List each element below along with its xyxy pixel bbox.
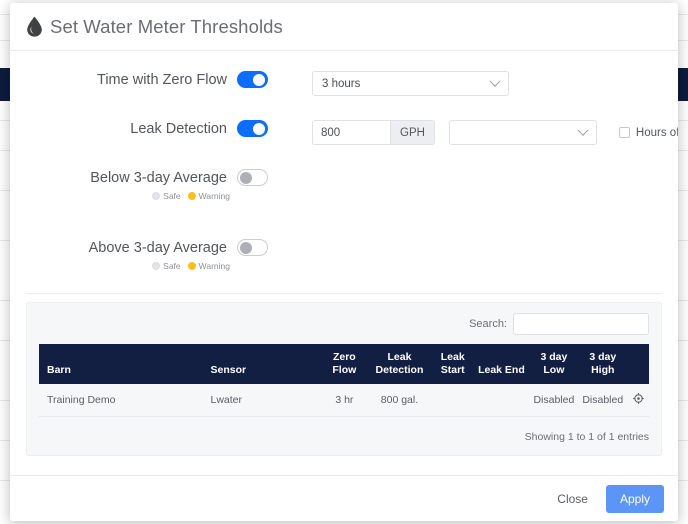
table-body: Training Demo Lwater 3 hr 800 gal. Disab…: [39, 384, 649, 418]
thresholds-table-card: Search: Barn Sensor Zero Flow Leak Detec…: [26, 302, 662, 457]
leak-detection-threshold-input[interactable]: [312, 120, 390, 145]
control-column: 3 hours: [268, 71, 678, 96]
label-column: Leak Detection: [10, 120, 268, 137]
leak-detection-period-select[interactable]: [448, 120, 597, 145]
hours-of-alarm-label: Hours of Alarm: [635, 126, 678, 139]
cell-actions[interactable]: [627, 384, 649, 418]
above-3-day-severity-options: Safe Warning: [152, 261, 268, 271]
hours-of-alarm-checkbox-wrap[interactable]: Hours of Alarm: [618, 126, 678, 139]
water-drop-icon: [26, 16, 43, 37]
above-3-day-average-label: Above 3-day Average: [88, 239, 227, 256]
thresholds-table: Barn Sensor Zero Flow Leak Detection Leak S: [39, 344, 649, 418]
chevron-down-icon: [577, 124, 589, 136]
set-water-meter-thresholds-modal: Set Water Meter Thresholds Time with Zer…: [10, 3, 678, 521]
above-3-day-safe-label: Safe: [163, 261, 181, 271]
thresholds-form: Time with Zero Flow 3 hours Leak Detecti…: [10, 51, 678, 289]
column-header-leak-start[interactable]: Leak Start: [432, 344, 474, 385]
below-3-day-safe-option[interactable]: Safe: [152, 191, 181, 201]
search-input[interactable]: [513, 313, 649, 335]
time-with-zero-flow-label: Time with Zero Flow: [97, 71, 227, 88]
below-3-day-warning-label: Warning: [198, 191, 230, 201]
column-header-leak-end[interactable]: Leak End: [473, 344, 530, 385]
form-row-leak-detection: Leak Detection GPH Hours of: [10, 120, 678, 145]
table-head: Barn Sensor Zero Flow Leak Detection Leak S: [39, 344, 649, 385]
apply-button[interactable]: Apply: [605, 484, 664, 513]
leak-detection-unit-label: GPH: [390, 120, 435, 145]
label-column: Time with Zero Flow: [10, 71, 268, 88]
chevron-down-icon: [489, 75, 501, 87]
column-header-3-day-low[interactable]: 3 day Low: [529, 344, 579, 385]
radio-unselected-icon: [152, 192, 161, 200]
form-row-above-3-day-average: Above 3-day Average Safe Warning: [10, 239, 678, 271]
table-search-row: Search:: [39, 313, 649, 335]
table-header-row: Barn Sensor Zero Flow Leak Detection Leak S: [39, 344, 649, 385]
below-3-day-severity-options: Safe Warning: [152, 191, 268, 201]
modal-body: Time with Zero Flow 3 hours Leak Detecti…: [10, 51, 678, 475]
table-row[interactable]: Training Demo Lwater 3 hr 800 gal. Disab…: [39, 384, 649, 418]
section-divider: [26, 293, 662, 294]
zero-flow-duration-value: 3 hours: [322, 77, 361, 90]
cell-zero-flow: 3 hr: [321, 384, 367, 418]
cell-3-day-high: Disabled: [578, 384, 628, 418]
form-row-below-3-day-average: Below 3-day Average Safe Warning: [10, 169, 678, 201]
column-header-barn[interactable]: Barn: [39, 344, 203, 385]
table-entries-info: Showing 1 to 1 of 1 entries: [524, 431, 649, 444]
above-3-day-safe-option[interactable]: Safe: [152, 261, 181, 271]
cell-3-day-low: Disabled: [529, 384, 579, 418]
zero-flow-duration-select[interactable]: 3 hours: [312, 71, 509, 96]
column-header-leak-detection[interactable]: Leak Detection: [366, 344, 433, 385]
label-column: Above 3-day Average Safe Warning: [10, 239, 268, 271]
column-header-3-day-high[interactable]: 3 day High: [578, 344, 628, 385]
radio-selected-icon: [187, 192, 196, 200]
leak-detection-input-group: GPH: [312, 120, 435, 145]
cell-leak-end: [473, 384, 530, 418]
cell-leak-detection: 800 gal.: [366, 384, 433, 418]
label-column: Below 3-day Average Safe Warning: [10, 169, 268, 201]
above-3-day-warning-label: Warning: [198, 261, 230, 271]
below-3-day-warning-option[interactable]: Warning: [187, 191, 230, 201]
below-3-day-average-label: Below 3-day Average: [90, 169, 227, 186]
column-header-zero-flow[interactable]: Zero Flow: [321, 344, 367, 385]
close-button[interactable]: Close: [549, 486, 596, 512]
form-row-time-with-zero-flow: Time with Zero Flow 3 hours: [10, 71, 678, 96]
modal-footer: Close Apply: [10, 475, 678, 521]
above-3-day-warning-option[interactable]: Warning: [187, 261, 230, 271]
column-header-sensor[interactable]: Sensor: [202, 344, 322, 385]
below-3-day-average-toggle[interactable]: [237, 169, 268, 186]
below-3-day-safe-label: Safe: [163, 191, 181, 201]
cell-sensor: Lwater: [202, 384, 322, 418]
cell-barn: Training Demo: [39, 384, 203, 418]
column-header-actions: [627, 344, 649, 385]
gear-icon[interactable]: [632, 393, 644, 405]
above-3-day-average-toggle[interactable]: [237, 239, 268, 256]
cell-leak-start: [432, 384, 474, 418]
radio-selected-icon: [187, 262, 196, 270]
radio-unselected-icon: [152, 262, 161, 270]
time-with-zero-flow-toggle[interactable]: [237, 71, 268, 88]
control-column: GPH Hours of Alarm: [268, 120, 678, 145]
leak-detection-toggle[interactable]: [237, 120, 268, 137]
modal-header: Set Water Meter Thresholds: [10, 3, 678, 51]
leak-detection-label: Leak Detection: [130, 120, 227, 137]
page-title: Set Water Meter Thresholds: [50, 15, 283, 37]
hours-of-alarm-checkbox[interactable]: [618, 127, 630, 138]
search-label: Search:: [469, 318, 507, 330]
